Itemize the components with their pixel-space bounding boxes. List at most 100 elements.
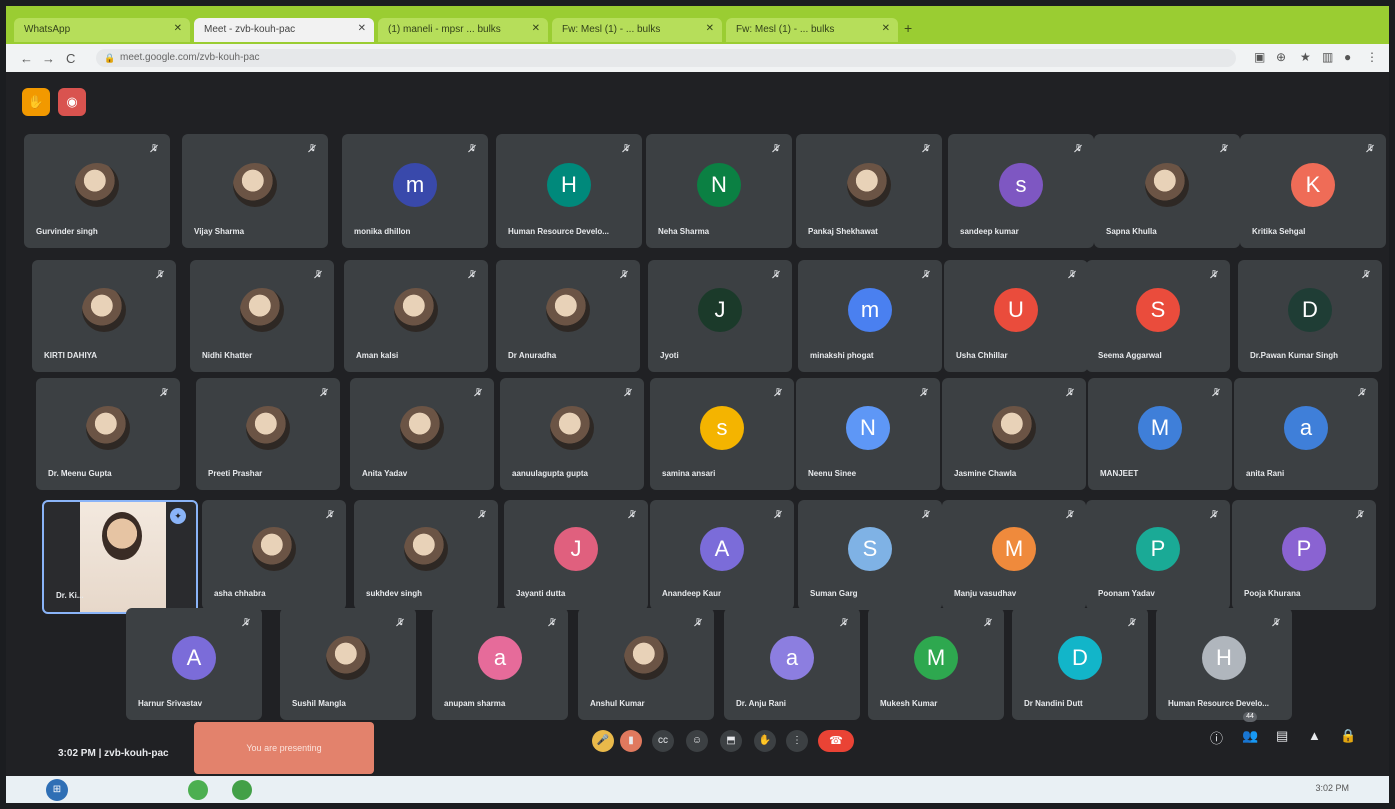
profile-icon[interactable]: ● bbox=[1344, 50, 1351, 64]
participant-tile[interactable]: K 🎙 Kritika Sehgal bbox=[1240, 134, 1386, 248]
participant-tile[interactable]: 🎙 Sapna Khulla bbox=[1094, 134, 1240, 248]
present-icon[interactable]: ⬒ bbox=[720, 730, 742, 752]
participant-tile[interactable]: 🎙 Dr Anuradha bbox=[496, 260, 640, 372]
raise-hand-icon[interactable]: ✋ bbox=[754, 730, 776, 752]
close-icon[interactable]: ✕ bbox=[174, 23, 182, 34]
participant-tile[interactable]: H 🎙 Human Resource Develo... bbox=[496, 134, 642, 248]
close-icon[interactable]: ✕ bbox=[358, 23, 366, 34]
host-controls-icon[interactable]: 🔒 bbox=[1340, 728, 1356, 744]
share-icon[interactable]: ⊕ bbox=[1276, 50, 1286, 64]
emoji-icon[interactable]: ☺ bbox=[686, 730, 708, 752]
participant-tile[interactable]: 🎙 Dr. Meenu Gupta bbox=[36, 378, 180, 490]
mic-muted-icon: 🎙 bbox=[478, 511, 487, 518]
participant-tile[interactable]: s 🎙 samina ansari bbox=[650, 378, 794, 490]
hand-icon[interactable]: ✋ bbox=[22, 88, 50, 116]
participant-tile[interactable]: 🎙 Vijay Sharma bbox=[182, 134, 328, 248]
participant-tile[interactable]: U 🎙 Usha Chhillar bbox=[944, 260, 1088, 372]
participant-tile[interactable]: ✦ Dr. Ki... bbox=[42, 500, 198, 614]
pin-icon[interactable]: ✦ bbox=[170, 508, 186, 524]
back-button[interactable]: ← bbox=[20, 51, 33, 66]
participant-tile[interactable]: S 🎙 Seema Aggarwal bbox=[1086, 260, 1230, 372]
participant-tile[interactable]: a 🎙 anupam sharma bbox=[432, 608, 568, 720]
participant-tile[interactable]: a 🎙 anita Rani bbox=[1234, 378, 1378, 490]
mic-icon[interactable]: 🎤 bbox=[592, 730, 614, 752]
new-tab-button[interactable]: + bbox=[904, 20, 912, 36]
participant-tile[interactable]: A 🎙 Harnur Srivastav bbox=[126, 608, 262, 720]
more-icon[interactable]: ⋮ bbox=[786, 730, 808, 752]
participant-name: Harnur Srivastav bbox=[138, 699, 203, 708]
participant-tile[interactable]: D 🎙 Dr.Pawan Kumar Singh bbox=[1238, 260, 1382, 372]
presenting-banner[interactable]: You are presenting bbox=[194, 722, 374, 774]
participant-tile[interactable]: P 🎙 Poonam Yadav bbox=[1086, 500, 1230, 610]
extensions-icon[interactable]: ▥ bbox=[1322, 50, 1333, 64]
mic-muted-icon: 🎙 bbox=[1366, 145, 1375, 152]
tab-mail-3[interactable]: Fw: Mesl (1) - ... bulks ✕ bbox=[726, 18, 898, 42]
participant-tile[interactable]: 🎙 sukhdev singh bbox=[354, 500, 498, 610]
tab-mail-1[interactable]: (1) maneli - mpsr ... bulks ✕ bbox=[378, 18, 548, 42]
participant-tile[interactable]: 🎙 Pankaj Shekhawat bbox=[796, 134, 942, 248]
participant-tile[interactable]: M 🎙 Mukesh Kumar bbox=[868, 608, 1004, 720]
avatar bbox=[847, 163, 891, 207]
participant-tile[interactable]: N 🎙 Neenu Sinee bbox=[796, 378, 940, 490]
activities-icon[interactable]: ▲ bbox=[1308, 728, 1321, 743]
participant-tile[interactable]: s 🎙 sandeep kumar bbox=[948, 134, 1094, 248]
avatar bbox=[252, 527, 296, 571]
participant-tile[interactable]: 🎙 asha chhabra bbox=[202, 500, 346, 610]
chrome-icon-2[interactable] bbox=[232, 780, 252, 800]
participant-tile[interactable]: S 🎙 Suman Garg bbox=[798, 500, 942, 610]
participant-tile[interactable]: 🎙 Preeti Prashar bbox=[196, 378, 340, 490]
start-button[interactable]: ⊞ bbox=[46, 779, 68, 801]
forward-button[interactable]: → bbox=[42, 51, 55, 66]
menu-icon[interactable]: ⋮ bbox=[1366, 50, 1378, 64]
captions-icon[interactable]: cc bbox=[652, 730, 674, 752]
participant-tile[interactable]: 🎙 Nidhi Khatter bbox=[190, 260, 334, 372]
close-icon[interactable]: ✕ bbox=[882, 23, 890, 34]
avatar: P bbox=[1136, 527, 1180, 571]
close-icon[interactable]: ✕ bbox=[532, 23, 540, 34]
mic-muted-icon: 🎙 bbox=[314, 271, 323, 278]
participant-tile[interactable]: 🎙 Jasmine Chawla bbox=[942, 378, 1086, 490]
mic-muted-icon: 🎙 bbox=[160, 389, 169, 396]
participant-name: Seema Aggarwal bbox=[1098, 351, 1162, 360]
leave-call-button[interactable]: ☎ bbox=[818, 730, 854, 752]
participant-tile[interactable]: M 🎙 Manju vasudhav bbox=[942, 500, 1086, 610]
participant-tile[interactable]: 🎙 Aman kalsi bbox=[344, 260, 488, 372]
participant-tile[interactable]: J 🎙 Jyoti bbox=[648, 260, 792, 372]
participant-tile[interactable]: H 🎙 Human Resource Develo... bbox=[1156, 608, 1292, 720]
star-icon[interactable]: ★ bbox=[1300, 50, 1311, 64]
participant-tile[interactable]: m 🎙 minakshi phogat bbox=[798, 260, 942, 372]
close-icon[interactable]: ✕ bbox=[706, 23, 714, 34]
participant-tile[interactable]: J 🎙 Jayanti dutta bbox=[504, 500, 648, 610]
participant-tile[interactable]: P 🎙 Pooja Khurana bbox=[1232, 500, 1376, 610]
participant-tile[interactable]: a 🎙 Dr. Anju Rani bbox=[724, 608, 860, 720]
participant-name: Dr. Anju Rani bbox=[736, 699, 786, 708]
chrome-icon[interactable] bbox=[188, 780, 208, 800]
mic-muted-icon: 🎙 bbox=[1356, 511, 1365, 518]
camera-icon[interactable]: ▮ bbox=[620, 730, 642, 752]
participant-tile[interactable]: 🎙 aanuulagupta gupta bbox=[500, 378, 644, 490]
participant-tile[interactable]: 🎙 Gurvinder singh bbox=[24, 134, 170, 248]
participant-tile[interactable]: 🎙 KIRTI DAHIYA bbox=[32, 260, 176, 372]
participant-tile[interactable]: m 🎙 monika dhillon bbox=[342, 134, 488, 248]
people-icon[interactable]: 👥 bbox=[1242, 728, 1258, 744]
participant-tile[interactable]: A 🎙 Anandeep Kaur bbox=[650, 500, 794, 610]
tab-mail-2[interactable]: Fw: Mesl (1) - ... bulks ✕ bbox=[552, 18, 722, 42]
chat-icon[interactable]: ▤ bbox=[1276, 728, 1288, 744]
participant-name: minakshi phogat bbox=[810, 351, 874, 360]
url-field[interactable]: 🔒 meet.google.com/zvb-kouh-pac bbox=[96, 49, 1236, 67]
tab-meet[interactable]: Meet - zvb-kouh-pac ✕ bbox=[194, 18, 374, 42]
participant-tile[interactable]: D 🎙 Dr Nandini Dutt bbox=[1012, 608, 1148, 720]
reload-button[interactable]: C bbox=[66, 51, 75, 66]
participant-tile[interactable]: 🎙 Anita Yadav bbox=[350, 378, 494, 490]
mic-muted-icon: 🎙 bbox=[622, 145, 631, 152]
url-text: meet.google.com/zvb-kouh-pac bbox=[120, 52, 260, 63]
tab-whatsapp[interactable]: WhatsApp ✕ bbox=[14, 18, 190, 42]
participant-tile[interactable]: N 🎙 Neha Sharma bbox=[646, 134, 792, 248]
participant-tile[interactable]: 🎙 Sushil Mangla bbox=[280, 608, 416, 720]
participant-tile[interactable]: 🎙 Anshul Kumar bbox=[578, 608, 714, 720]
participant-tile[interactable]: M 🎙 MANJEET bbox=[1088, 378, 1232, 490]
participant-name: Vijay Sharma bbox=[194, 227, 245, 236]
record-icon[interactable]: ◉ bbox=[58, 88, 86, 116]
camera-indicator-icon[interactable]: ▣ bbox=[1254, 50, 1265, 64]
info-icon[interactable]: ⓘ bbox=[1210, 728, 1223, 747]
